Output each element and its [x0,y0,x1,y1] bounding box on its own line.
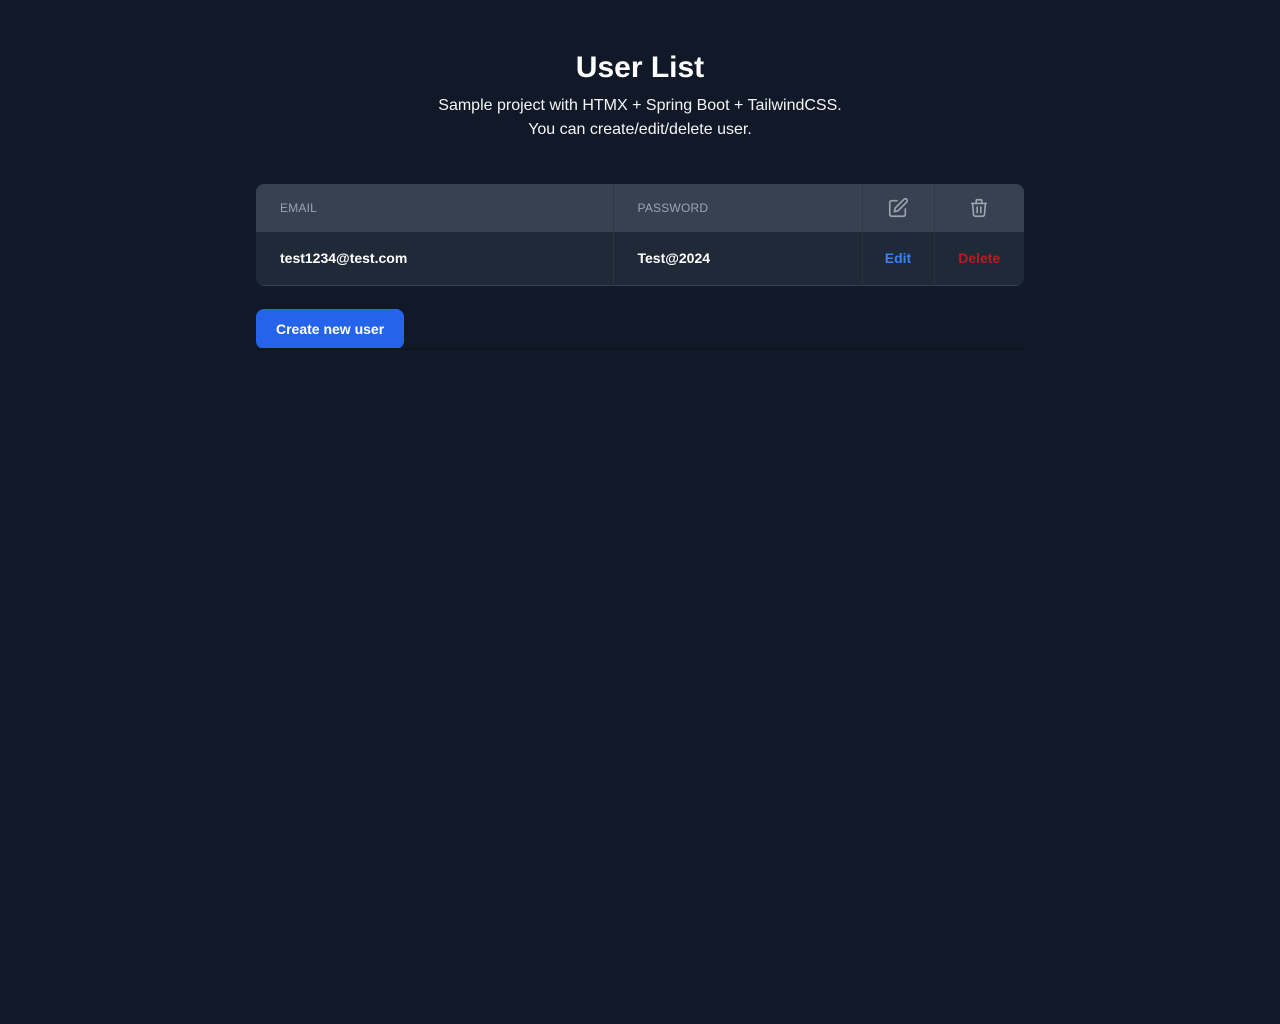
trash-icon [968,198,990,218]
column-header-delete [934,184,1024,232]
page-header: User List Sample project with HTMX + Spr… [0,0,1280,142]
subtitle-line-1: Sample project with HTMX + Spring Boot +… [438,97,842,114]
edit-user-link[interactable]: Edit [885,250,911,266]
column-header-password: PASSWORD [613,184,863,232]
table-header: EMAIL PASSWORD [256,184,1024,232]
cell-password: Test@2024 [613,232,863,285]
edit-icon [887,197,909,218]
user-table-container: EMAIL PASSWORD test1234@test.com Test@20… [256,184,1024,286]
cell-delete: Delete [934,232,1024,285]
table-body: test1234@test.com Test@2024 Edit Delete [256,232,1024,285]
create-user-button[interactable]: Create new user [256,309,405,349]
divider [256,348,1024,350]
column-header-edit [862,184,935,232]
page-subtitle: Sample project with HTMX + Spring Boot +… [0,94,1280,142]
column-header-email: EMAIL [256,184,614,232]
table-header-row: EMAIL PASSWORD [256,184,1024,232]
cell-email: test1234@test.com [256,232,614,285]
page-title: User List [575,51,705,84]
page: User List Sample project with HTMX + Spr… [0,0,1280,1024]
cell-edit: Edit [862,232,935,285]
subtitle-line-2: You can create/edit/delete user. [528,121,752,138]
user-table: EMAIL PASSWORD test1234@test.com Test@20… [256,184,1024,286]
table-row: test1234@test.com Test@2024 Edit Delete [256,232,1024,285]
delete-user-link[interactable]: Delete [958,250,1000,266]
